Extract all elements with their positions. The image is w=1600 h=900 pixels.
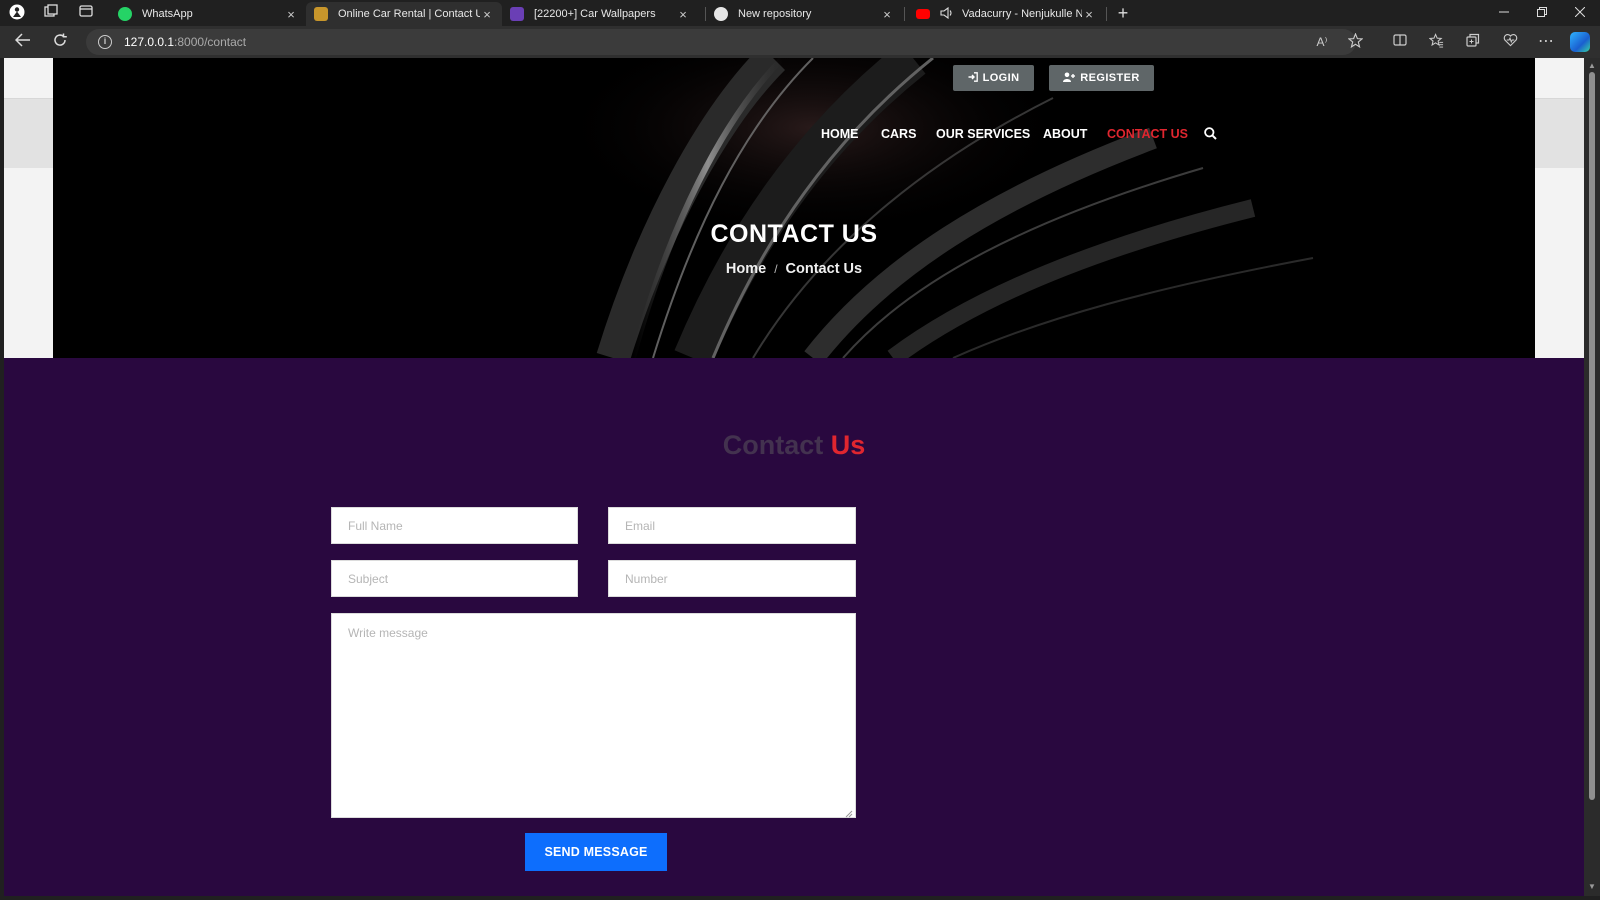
browser-address-bar: i 127.0.0.1:8000/contact A⁾ ⋯ — [0, 26, 1600, 58]
minimize-icon[interactable] — [1494, 4, 1514, 22]
browser-tab-bar: WhatsApp × Online Car Rental | Contact U… — [0, 0, 1600, 26]
favorite-star-icon[interactable] — [1345, 32, 1365, 51]
tab-car-rental[interactable]: Online Car Rental | Contact Us × — [306, 2, 502, 26]
tab-label: WhatsApp — [142, 8, 193, 20]
nav-contact-us[interactable]: CONTACT US — [1107, 127, 1188, 141]
collections-icon[interactable] — [1463, 33, 1483, 51]
tab-separator — [1106, 7, 1107, 21]
right-margin-band — [1535, 98, 1584, 168]
tab-youtube[interactable]: Vadacurry - Nenjukulle Nee × — [908, 2, 1104, 26]
tab-close-icon[interactable]: × — [284, 7, 298, 22]
login-button[interactable]: LOGIN — [953, 65, 1034, 91]
tab-new-repository[interactable]: New repository × — [706, 2, 902, 26]
restore-icon[interactable] — [1532, 4, 1552, 22]
page-viewport: LOGIN REGISTER HOME CARS OUR SERVICES AB… — [4, 58, 1584, 896]
left-page-margin — [4, 58, 53, 358]
url-text: 127.0.0.1:8000/contact — [124, 35, 246, 49]
message-placeholder: Write message — [348, 626, 428, 640]
nav-cars[interactable]: CARS — [881, 127, 916, 141]
search-icon[interactable] — [1204, 127, 1218, 141]
tab-close-icon[interactable]: × — [676, 7, 690, 22]
favorites-icon[interactable] — [1426, 33, 1446, 51]
url-path: :8000/contact — [174, 35, 247, 49]
tab-label: Vadacurry - Nenjukulle Nee — [962, 8, 1082, 20]
contact-heading-part2: Us — [830, 430, 866, 460]
contact-heading-part1: Contact — [722, 430, 824, 460]
scroll-down-icon[interactable]: ▼ — [1587, 882, 1597, 892]
tab-label: [22200+] Car Wallpapers — [534, 8, 656, 20]
send-message-button[interactable]: SEND MESSAGE — [525, 833, 667, 871]
breadcrumb-home[interactable]: Home — [726, 261, 766, 277]
whatsapp-icon — [118, 7, 132, 21]
back-icon[interactable] — [13, 33, 33, 51]
split-screen-icon[interactable] — [1390, 33, 1410, 51]
github-icon — [714, 7, 728, 21]
browser-essentials-icon[interactable] — [1500, 33, 1520, 51]
tab-close-icon[interactable]: × — [480, 7, 494, 22]
contact-heading: Contact Us — [604, 430, 984, 461]
page-scrollbar[interactable]: ▲ ▼ — [1584, 58, 1600, 896]
hero-background-swoosh — [553, 58, 1314, 358]
tab-label: New repository — [738, 8, 812, 20]
breadcrumb-current: Contact Us — [785, 261, 863, 277]
number-field[interactable]: Number — [608, 560, 856, 597]
full-name-field[interactable]: Full Name — [331, 507, 578, 544]
youtube-icon — [916, 9, 930, 19]
sign-in-icon — [968, 71, 978, 85]
more-options-icon[interactable]: ⋯ — [1536, 33, 1556, 51]
breadcrumb-separator: / — [774, 262, 778, 276]
hero-banner: LOGIN REGISTER HOME CARS OUR SERVICES AB… — [53, 58, 1535, 358]
new-tab-icon[interactable]: + — [1114, 4, 1132, 22]
read-aloud-icon[interactable]: A⁾ — [1312, 33, 1332, 51]
close-window-icon[interactable] — [1570, 4, 1590, 22]
url-host: 127.0.0.1 — [124, 35, 175, 49]
resize-handle-icon[interactable] — [845, 807, 853, 818]
tab-separator — [904, 7, 905, 21]
speaker-icon[interactable] — [940, 6, 954, 22]
subject-field[interactable]: Subject — [331, 560, 578, 597]
url-field[interactable]: i 127.0.0.1:8000/contact — [86, 29, 1356, 55]
wallpaper-favicon-icon — [510, 7, 524, 21]
register-button[interactable]: REGISTER — [1049, 65, 1154, 91]
profile-icon[interactable] — [8, 4, 26, 22]
email-field[interactable]: Email — [608, 507, 856, 544]
workspaces-icon[interactable] — [42, 4, 60, 22]
breadcrumb: Home / Contact Us — [53, 261, 1535, 277]
tab-car-wallpapers[interactable]: [22200+] Car Wallpapers × — [502, 2, 698, 26]
site-info-icon[interactable]: i — [98, 35, 112, 49]
tab-actions-icon[interactable] — [77, 4, 95, 22]
scroll-up-icon[interactable]: ▲ — [1587, 61, 1597, 71]
login-label: LOGIN — [982, 72, 1020, 84]
nav-about[interactable]: ABOUT — [1043, 127, 1087, 141]
reload-icon[interactable] — [50, 33, 70, 51]
scrollbar-thumb[interactable] — [1589, 72, 1595, 800]
page-title: CONTACT US — [710, 220, 878, 248]
nav-home[interactable]: HOME — [821, 127, 859, 141]
left-margin-band — [4, 98, 53, 168]
tab-whatsapp[interactable]: WhatsApp × — [110, 2, 306, 26]
copilot-icon[interactable] — [1570, 32, 1590, 52]
tab-label: Online Car Rental | Contact Us — [338, 8, 480, 20]
right-page-margin — [1535, 58, 1584, 358]
register-label: REGISTER — [1080, 72, 1140, 84]
tab-close-icon[interactable]: × — [1082, 7, 1096, 22]
nav-our-services[interactable]: OUR SERVICES — [936, 127, 1030, 141]
tab-close-icon[interactable]: × — [880, 7, 894, 22]
window-bottom-edge — [0, 896, 1600, 900]
user-plus-icon — [1063, 72, 1076, 85]
car-rental-favicon-icon — [314, 7, 328, 21]
message-textarea[interactable]: Write message — [331, 613, 856, 818]
